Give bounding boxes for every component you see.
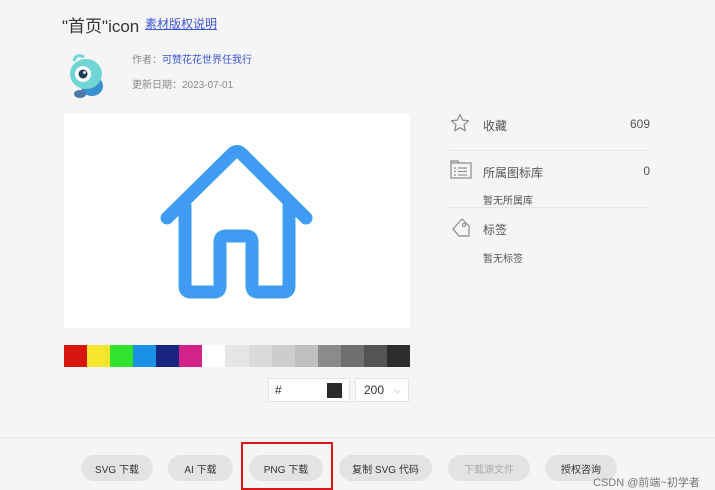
ai-download-button[interactable]: AI 下载 bbox=[168, 455, 233, 481]
color-swatch[interactable] bbox=[156, 345, 180, 367]
color-palette bbox=[64, 345, 410, 367]
color-swatch[interactable] bbox=[110, 345, 134, 367]
size-value: 200 bbox=[364, 383, 385, 397]
star-icon[interactable] bbox=[450, 113, 470, 138]
color-swatch[interactable] bbox=[248, 345, 272, 367]
color-swatch[interactable] bbox=[294, 345, 318, 367]
library-list-icon bbox=[450, 160, 472, 185]
color-swatch[interactable] bbox=[87, 345, 111, 367]
color-swatch[interactable] bbox=[202, 345, 226, 367]
color-swatch[interactable] bbox=[340, 345, 364, 367]
library-count: 0 bbox=[643, 164, 650, 178]
copy-svg-code-button[interactable]: 复制 SVG 代码 bbox=[339, 455, 432, 481]
tags-empty-text: 暂无标签 bbox=[483, 254, 523, 265]
favorite-row[interactable]: 收藏 609 bbox=[450, 113, 650, 133]
author-name-link[interactable]: 可赞花花世界任我行 bbox=[162, 55, 252, 66]
mascot-avatar-icon[interactable] bbox=[66, 50, 110, 100]
color-swatch[interactable] bbox=[317, 345, 341, 367]
license-info-link[interactable]: 素材版权说明 bbox=[145, 15, 217, 32]
library-row: 所属图标库 0 暂无所属库 bbox=[450, 160, 650, 207]
download-source-button[interactable]: 下载源文件 bbox=[448, 455, 530, 481]
color-swatch[interactable] bbox=[363, 345, 387, 367]
size-select[interactable]: 200 ⌵ bbox=[355, 378, 409, 402]
color-swatch[interactable] bbox=[179, 345, 203, 367]
update-date: 2023-07-01 bbox=[182, 80, 234, 91]
tags-label: 标签 bbox=[483, 223, 508, 237]
author-row: 作者：可赞花花世界任我行 bbox=[132, 51, 252, 66]
library-label: 所属图标库 bbox=[483, 166, 544, 180]
color-swatch[interactable] bbox=[64, 345, 88, 367]
author-label: 作者： bbox=[132, 55, 162, 66]
library-empty-text: 暂无所属库 bbox=[483, 196, 533, 207]
csdn-watermark: CSDN @前端~初学者 bbox=[593, 477, 700, 489]
home-icon bbox=[154, 140, 319, 307]
bottom-bar-divider bbox=[0, 437, 715, 438]
tag-icon bbox=[450, 217, 472, 242]
svg-download-button[interactable]: SVG 下载 bbox=[81, 455, 153, 481]
info-divider bbox=[450, 207, 650, 208]
page-title: "首页"icon bbox=[62, 17, 140, 36]
hex-prefix: # bbox=[275, 383, 282, 397]
info-divider bbox=[450, 150, 650, 151]
hex-color-field[interactable]: # bbox=[268, 378, 350, 402]
color-swatch[interactable] bbox=[225, 345, 249, 367]
png-download-highlight bbox=[241, 442, 333, 490]
date-label: 更新日期： bbox=[132, 80, 182, 91]
tags-row: 标签 暂无标签 bbox=[450, 217, 650, 265]
favorite-label: 收藏 bbox=[483, 119, 508, 133]
color-swatch[interactable] bbox=[386, 345, 410, 367]
current-color-preview[interactable] bbox=[327, 383, 342, 398]
favorite-count: 609 bbox=[629, 117, 650, 131]
color-swatch[interactable] bbox=[271, 345, 295, 367]
hex-color-input[interactable] bbox=[285, 383, 326, 397]
color-swatch[interactable] bbox=[133, 345, 157, 367]
chevron-down-icon: ⌵ bbox=[394, 385, 401, 395]
update-date-row: 更新日期：2023-07-01 bbox=[132, 76, 233, 91]
